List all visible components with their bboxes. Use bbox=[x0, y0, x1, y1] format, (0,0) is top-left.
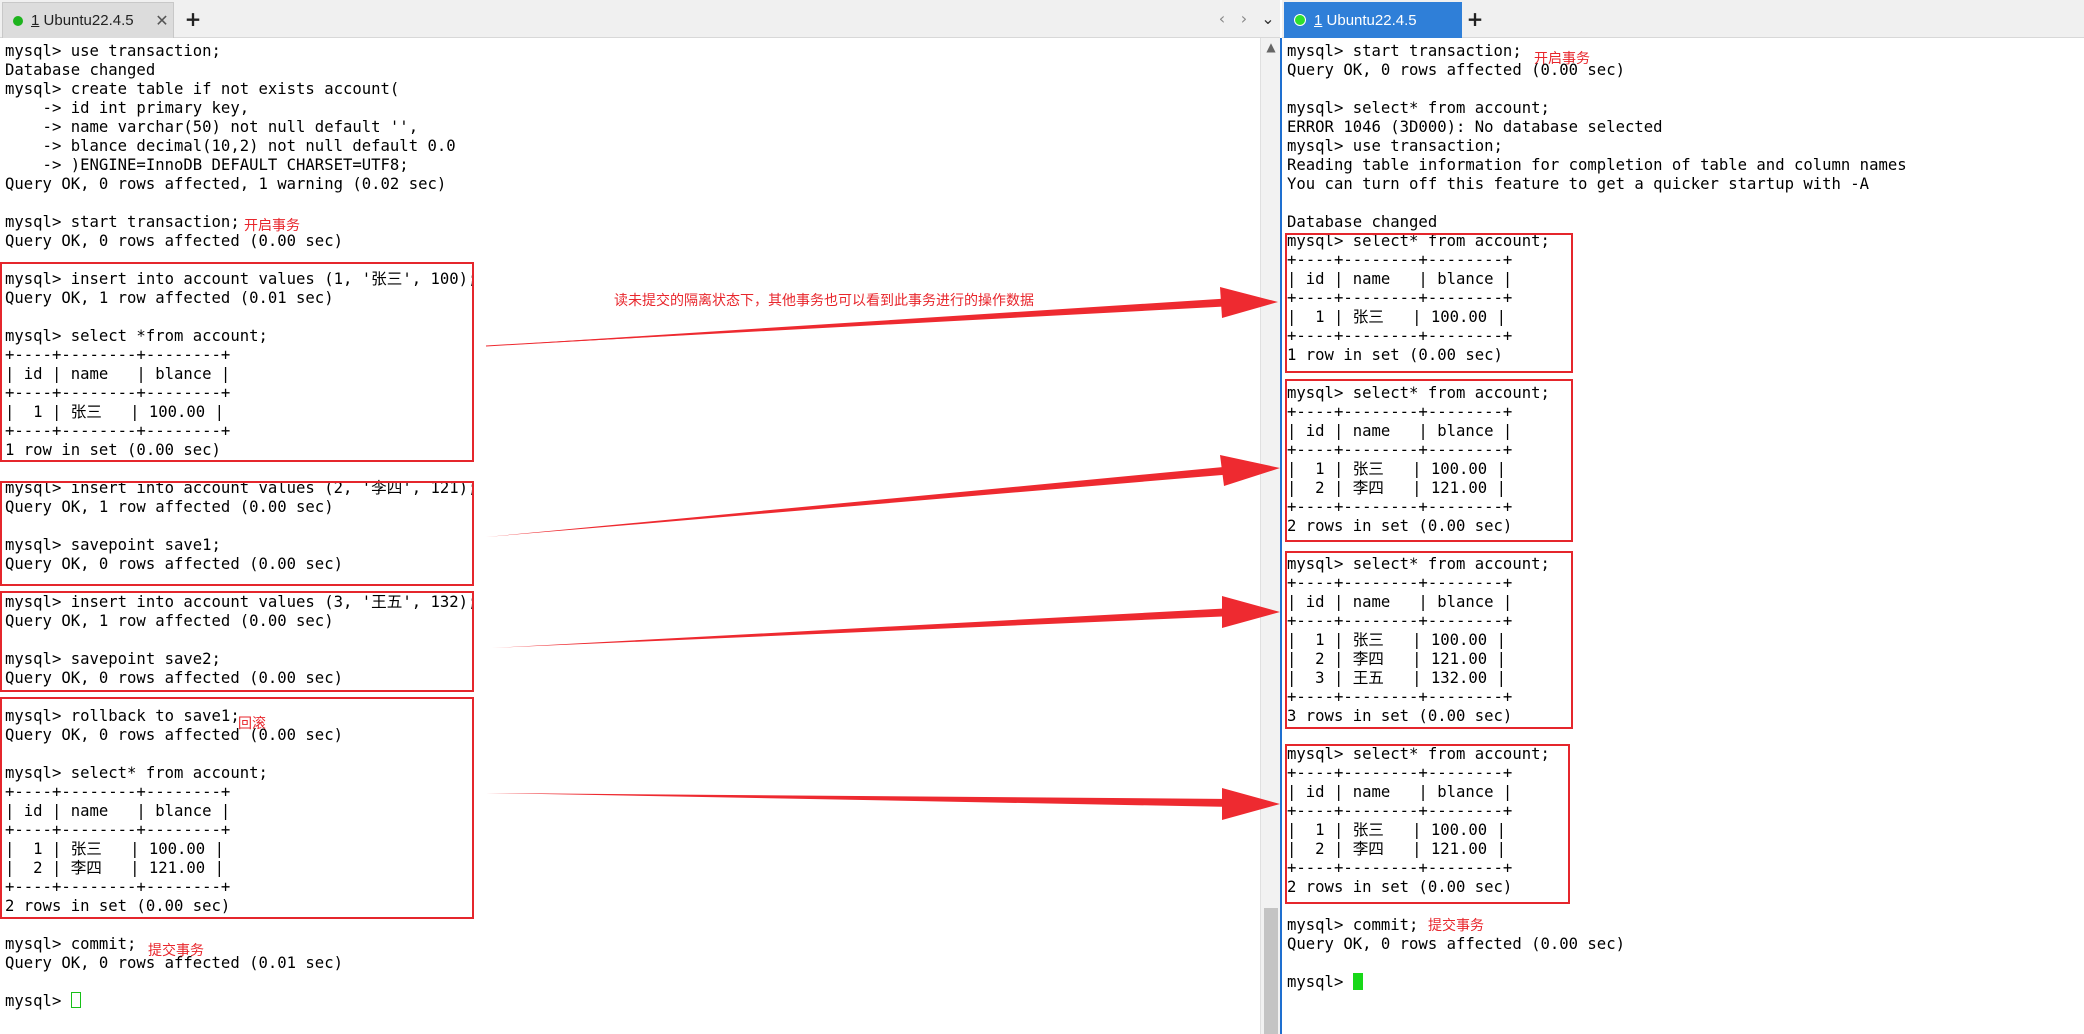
arrow-4 bbox=[486, 788, 1280, 820]
arrow-1 bbox=[485, 287, 1278, 347]
arrows-layer bbox=[485, 287, 1280, 820]
arrow-2 bbox=[486, 455, 1280, 537]
arrow-3 bbox=[492, 596, 1280, 648]
